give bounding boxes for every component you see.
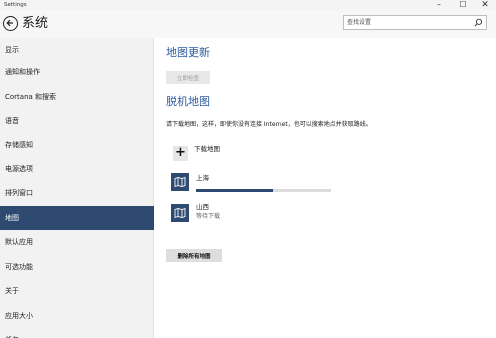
close-button[interactable]: ✕	[474, 0, 496, 10]
map-item-shanxi[interactable]	[171, 204, 189, 222]
sidebar-item-power[interactable]: 电源选项	[0, 157, 154, 181]
sidebar-item-optional-features[interactable]: 可选功能	[0, 255, 154, 279]
plus-icon: +	[175, 145, 186, 160]
offline-maps-heading: 脱机地图	[166, 95, 210, 108]
back-arrow-icon	[6, 19, 13, 27]
title-bar: Settings – ☐ ✕	[0, 0, 496, 10]
main-content: 地图更新 立即检查 脱机地图 请下载地图，这样，即使你没有连接 Internet…	[154, 38, 496, 338]
sidebar-item-display[interactable]: 显示	[0, 38, 154, 62]
download-progress-fill	[196, 189, 273, 192]
sidebar-item-tasks[interactable]: 任务	[0, 328, 154, 338]
download-progress-bar	[196, 189, 331, 192]
header: 系统	[0, 10, 496, 38]
minimize-button[interactable]: –	[428, 0, 450, 10]
map-item-shanghai[interactable]	[171, 173, 189, 191]
offline-maps-description: 请下载地图，这样，即使你没有连接 Internet，也可以搜索地点并获取路线。	[166, 121, 372, 128]
search-box[interactable]	[343, 15, 487, 30]
sidebar: 显示 通知和操作 Cortana 和搜索 语音 存储感知 电源选项 排列窗口 地…	[0, 38, 154, 338]
sidebar-item-speech[interactable]: 语音	[0, 109, 154, 133]
back-button[interactable]	[3, 16, 18, 31]
maximize-button[interactable]: ☐	[452, 0, 474, 10]
map-name-shanghai: 上海	[196, 174, 209, 182]
sidebar-item-cortana[interactable]: Cortana 和搜索	[0, 85, 154, 109]
map-status-shanxi: 等待下载	[196, 213, 221, 220]
window-title: Settings	[4, 2, 27, 8]
map-update-heading: 地图更新	[166, 46, 210, 59]
settings-window: Settings – ☐ ✕ 系统 显示 通知和操作 Cortana 和搜索 语…	[0, 0, 496, 338]
download-maps-button[interactable]: +	[173, 146, 188, 161]
page-title: 系统	[22, 16, 49, 31]
search-icon[interactable]	[474, 18, 483, 27]
delete-all-maps-button[interactable]: 删除所有地图	[166, 249, 222, 262]
map-icon	[174, 176, 186, 188]
sidebar-item-app-size[interactable]: 应用大小	[0, 304, 154, 328]
download-maps-label[interactable]: 下载地图	[194, 145, 220, 154]
sidebar-item-multitasking[interactable]: 排列窗口	[0, 181, 154, 205]
sidebar-item-storage[interactable]: 存储感知	[0, 133, 154, 157]
check-now-button[interactable]: 立即检查	[166, 71, 210, 84]
map-name-shanxi: 山西	[196, 203, 209, 211]
search-input[interactable]	[347, 16, 471, 29]
sidebar-item-notifications[interactable]: 通知和操作	[0, 60, 154, 84]
map-icon	[174, 207, 186, 219]
sidebar-item-about[interactable]: 关于	[0, 279, 154, 303]
sidebar-item-default-apps[interactable]: 默认应用	[0, 230, 154, 254]
sidebar-item-maps[interactable]: 地图	[0, 206, 154, 230]
